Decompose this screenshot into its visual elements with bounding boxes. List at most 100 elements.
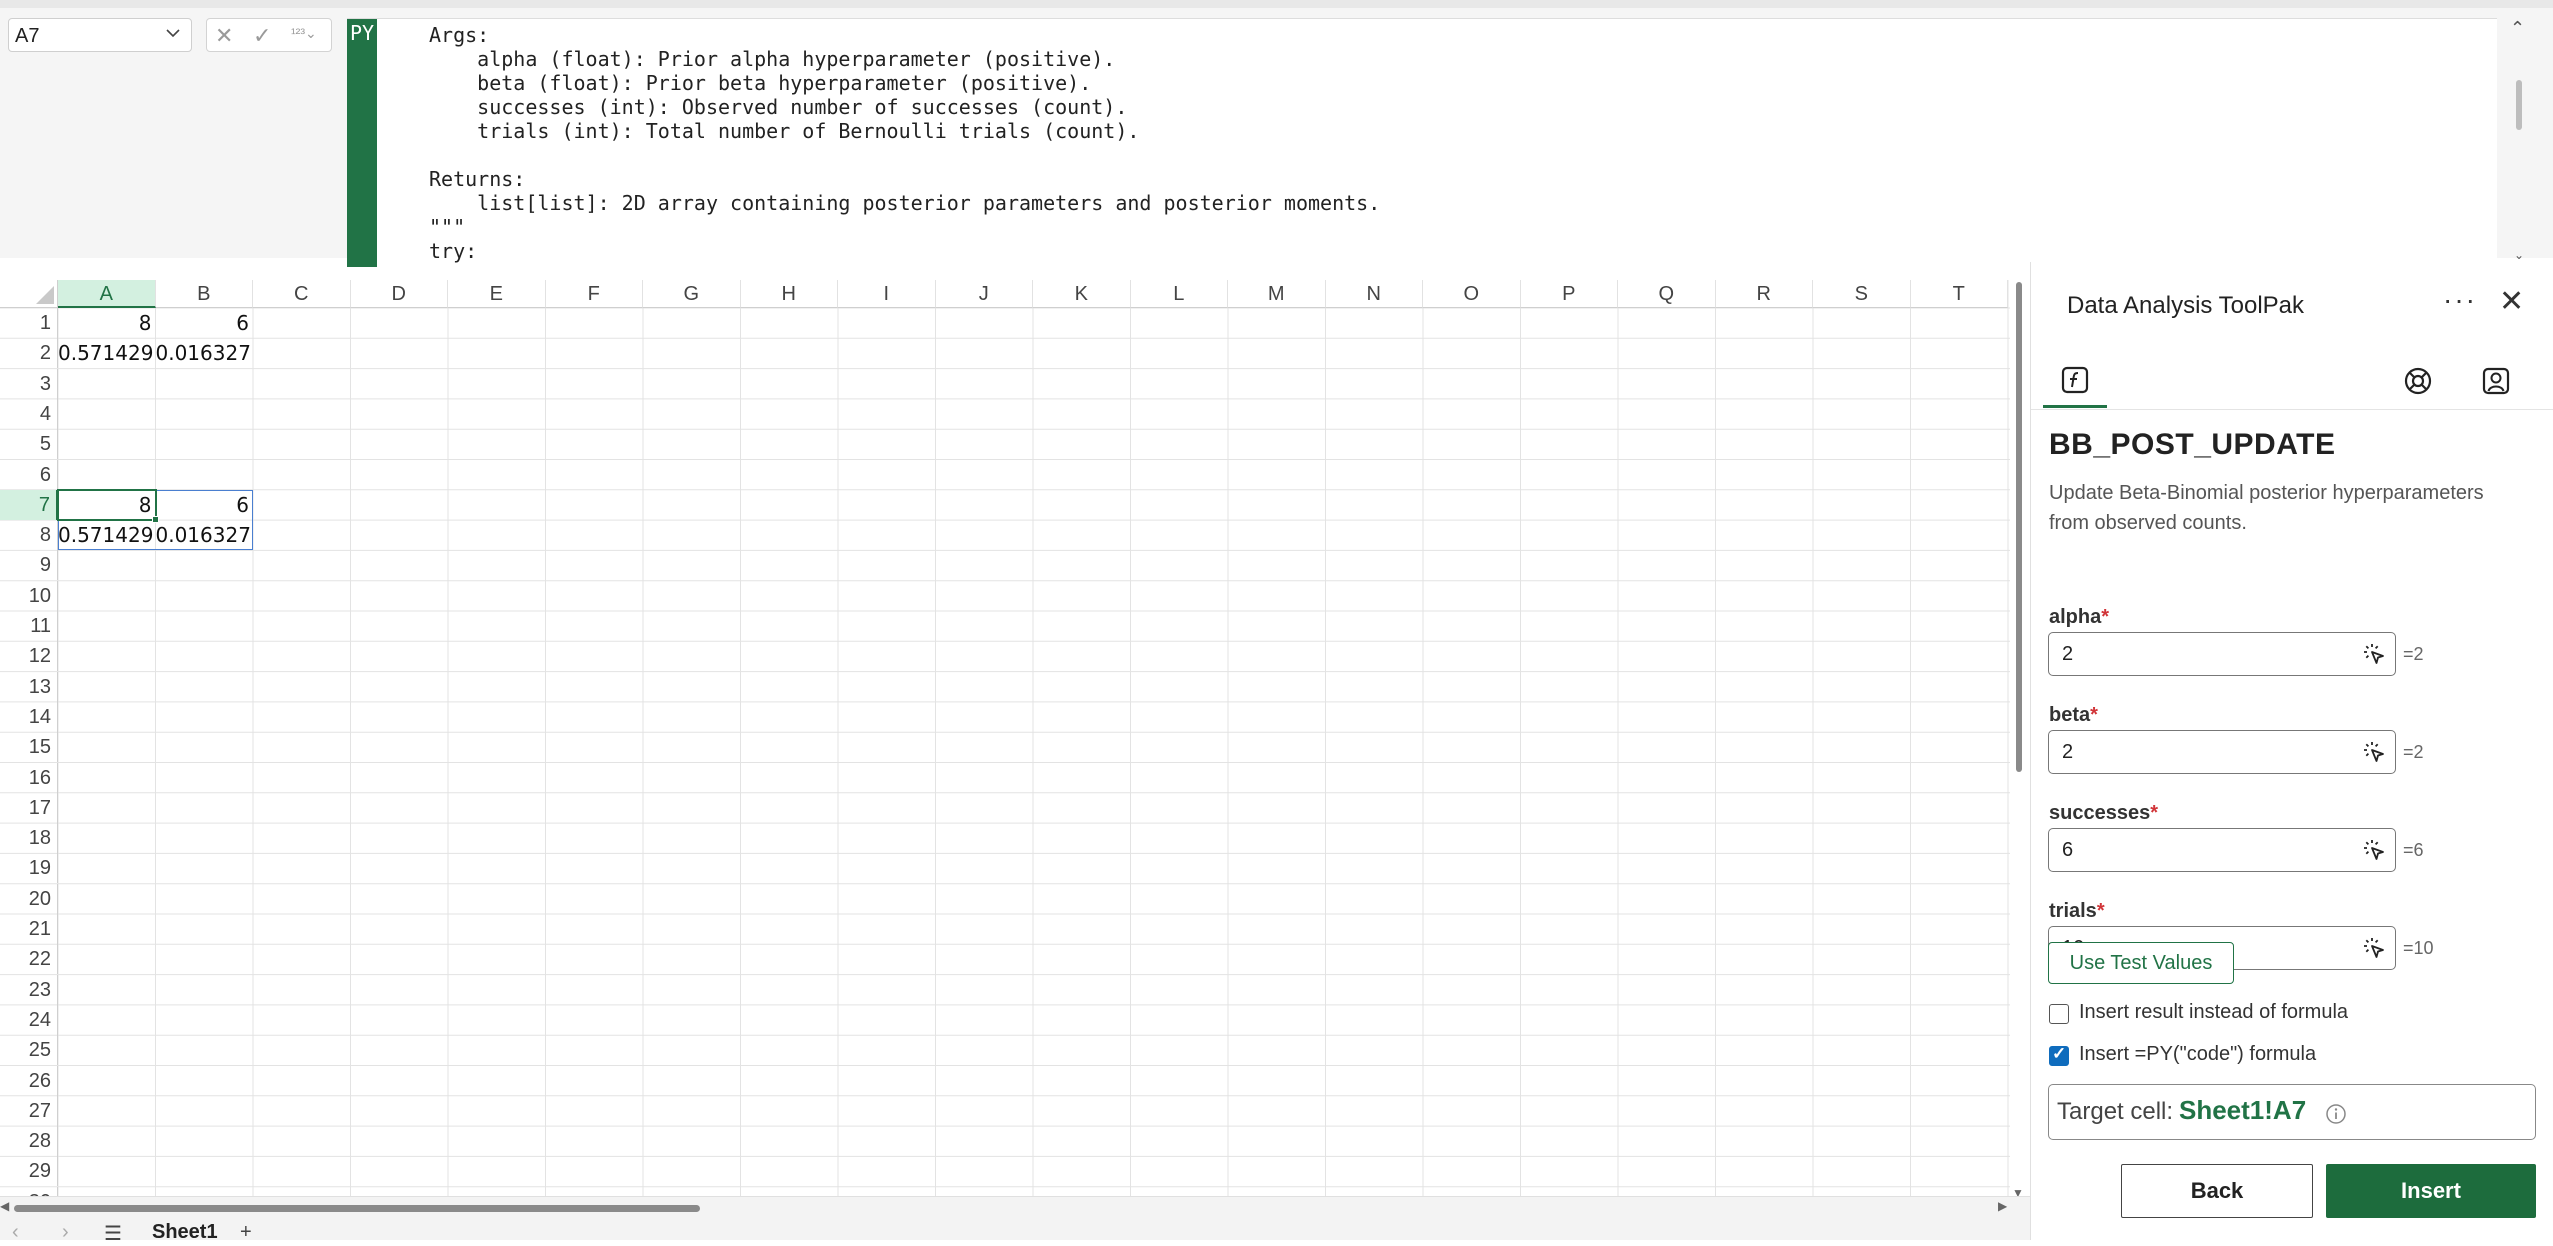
row-header-20[interactable]: 20 xyxy=(0,883,58,914)
scroll-right-arrow-icon[interactable]: ▶ xyxy=(1998,1199,2007,1213)
row-header-13[interactable]: 13 xyxy=(0,671,58,702)
code-scrollbar[interactable]: ⌃ ⌄ xyxy=(2500,16,2540,266)
cell-picker-icon[interactable] xyxy=(2361,641,2387,667)
scroll-down-icon[interactable]: ⌄ xyxy=(2514,248,2524,262)
option-label-1[interactable]: Insert result instead of formula xyxy=(2079,1001,2348,1024)
vertical-scroll-thumb[interactable] xyxy=(2016,282,2022,772)
row-header-21[interactable]: 21 xyxy=(0,914,58,944)
row-header-12[interactable]: 12 xyxy=(0,641,58,672)
add-sheet-button[interactable]: + xyxy=(240,1221,252,1244)
row-header-27[interactable]: 27 xyxy=(0,1095,58,1126)
select-all-corner[interactable] xyxy=(0,280,58,308)
column-header-n[interactable]: N xyxy=(1325,280,1423,308)
column-header-c[interactable]: C xyxy=(253,280,351,308)
row-header-22[interactable]: 22 xyxy=(0,944,58,975)
column-header-f[interactable]: F xyxy=(545,280,643,308)
cell-picker-icon[interactable] xyxy=(2361,837,2387,863)
column-header-k[interactable]: K xyxy=(1033,280,1131,308)
cell-a1[interactable]: 8 xyxy=(58,308,156,338)
row-header-15[interactable]: 15 xyxy=(0,732,58,763)
row-header-14[interactable]: 14 xyxy=(0,701,58,732)
python-code-editor[interactable]: PY Args: alpha (float): Prior alpha hype… xyxy=(347,18,2497,267)
column-header-q[interactable]: Q xyxy=(1618,280,1716,308)
column-header-g[interactable]: G xyxy=(643,280,741,308)
cell-a2[interactable]: 0.571429 xyxy=(58,338,156,368)
row-header-5[interactable]: 5 xyxy=(0,429,58,460)
column-header-j[interactable]: J xyxy=(935,280,1033,308)
row-header-8[interactable]: 8 xyxy=(0,520,58,551)
use-test-values-button[interactable]: Use Test Values xyxy=(2048,942,2234,984)
row-header-26[interactable]: 26 xyxy=(0,1065,58,1096)
row-header-28[interactable]: 28 xyxy=(0,1126,58,1157)
row-header-2[interactable]: 2 xyxy=(0,338,58,369)
column-header-a[interactable]: A xyxy=(58,280,156,308)
all-sheets-icon[interactable]: ☰ xyxy=(104,1221,122,1246)
row-header-23[interactable]: 23 xyxy=(0,974,58,1005)
data-type-icon[interactable]: ¹²³⌄ xyxy=(291,25,317,42)
name-box[interactable]: A7 xyxy=(8,18,192,52)
close-icon[interactable]: ✕ xyxy=(2499,284,2524,319)
row-header-17[interactable]: 17 xyxy=(0,792,58,823)
account-icon[interactable] xyxy=(2481,366,2511,396)
spreadsheet-grid[interactable]: A B C D E F G H I J K L M N O P Q R S T 1 2 3 4 5 6 7 8 9 10 11 12 13 14 1… xyxy=(0,262,2030,1206)
tab-functions[interactable] xyxy=(2043,352,2107,408)
chevron-down-icon[interactable] xyxy=(165,25,181,46)
row-header-7[interactable]: 7 xyxy=(0,489,58,520)
row-header-4[interactable]: 4 xyxy=(0,398,58,429)
alpha-input[interactable]: 2 xyxy=(2048,632,2396,676)
row-header-16[interactable]: 16 xyxy=(0,762,58,793)
column-header-t[interactable]: T xyxy=(1910,280,2008,308)
back-button[interactable]: Back xyxy=(2121,1164,2313,1218)
row-header-10[interactable]: 10 xyxy=(0,580,58,611)
option-checkbox-1[interactable] xyxy=(2049,1004,2069,1024)
row-header-11[interactable]: 11 xyxy=(0,611,58,641)
column-header-o[interactable]: O xyxy=(1423,280,1521,308)
beta-input-value[interactable]: 2 xyxy=(2062,741,2073,764)
cell-picker-icon[interactable] xyxy=(2361,935,2387,961)
horizontal-scroll-thumb[interactable] xyxy=(14,1205,700,1212)
row-header-25[interactable]: 25 xyxy=(0,1035,58,1066)
collapse-icon[interactable]: ⌃ xyxy=(2510,18,2525,39)
sheet-tab[interactable]: Sheet1 xyxy=(152,1221,218,1244)
row-header-9[interactable]: 9 xyxy=(0,550,58,581)
cell-b1[interactable]: 6 xyxy=(156,308,254,338)
column-header-p[interactable]: P xyxy=(1520,280,1618,308)
column-header-l[interactable]: L xyxy=(1130,280,1228,308)
prev-sheet-icon[interactable]: ‹ xyxy=(12,1221,19,1244)
row-header-1[interactable]: 1 xyxy=(0,308,58,338)
column-header-h[interactable]: H xyxy=(740,280,838,308)
row-header-6[interactable]: 6 xyxy=(0,459,58,490)
column-header-r[interactable]: R xyxy=(1715,280,1813,308)
fill-handle[interactable] xyxy=(151,516,159,524)
next-sheet-icon[interactable]: › xyxy=(62,1221,69,1244)
row-header-19[interactable]: 19 xyxy=(0,853,58,884)
row-header-24[interactable]: 24 xyxy=(0,1004,58,1035)
vertical-scrollbar[interactable]: ▼ xyxy=(2012,282,2026,1202)
code-text[interactable]: Args: alpha (float): Prior alpha hyperpa… xyxy=(429,23,1380,263)
beta-input[interactable]: 2 xyxy=(2048,730,2396,774)
option-label-2[interactable]: Insert =PY("code") formula xyxy=(2079,1043,2316,1066)
more-options-icon[interactable]: ··· xyxy=(2443,284,2477,316)
cell-b2[interactable]: 0.016327 xyxy=(156,338,254,368)
column-header-d[interactable]: D xyxy=(350,280,448,308)
column-header-s[interactable]: S xyxy=(1813,280,1911,308)
info-icon[interactable] xyxy=(2325,1103,2347,1125)
scroll-left-arrow-icon[interactable]: ◀ xyxy=(0,1199,9,1213)
code-scroll-thumb[interactable] xyxy=(2516,80,2522,130)
alpha-input-value[interactable]: 2 xyxy=(2062,643,2073,666)
row-header-18[interactable]: 18 xyxy=(0,823,58,854)
confirm-icon[interactable]: ✓ xyxy=(253,23,271,49)
column-header-i[interactable]: I xyxy=(838,280,936,308)
row-header-3[interactable]: 3 xyxy=(0,368,58,399)
column-header-e[interactable]: E xyxy=(448,280,546,308)
option-checkbox-2[interactable] xyxy=(2049,1044,2069,1066)
column-header-b[interactable]: B xyxy=(155,280,253,308)
successes-input-value[interactable]: 6 xyxy=(2062,839,2073,862)
help-lifebuoy-icon[interactable] xyxy=(2403,366,2433,396)
successes-input[interactable]: 6 xyxy=(2048,828,2396,872)
row-header-29[interactable]: 29 xyxy=(0,1156,58,1187)
cell-picker-icon[interactable] xyxy=(2361,739,2387,765)
cancel-icon[interactable]: ✕ xyxy=(215,23,233,49)
insert-button[interactable]: Insert xyxy=(2326,1164,2536,1218)
column-header-m[interactable]: M xyxy=(1228,280,1326,308)
